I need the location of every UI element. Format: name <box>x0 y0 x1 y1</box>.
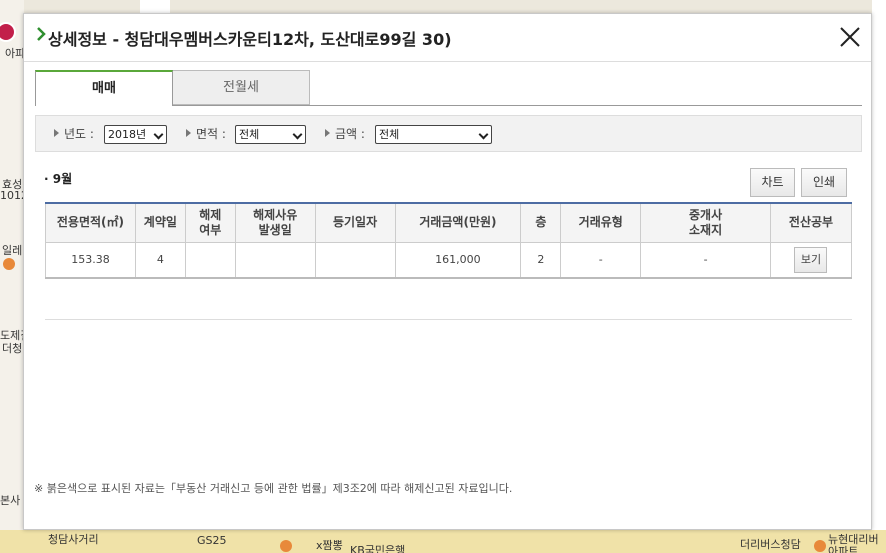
cell-floor: 2 <box>520 241 562 279</box>
print-button[interactable]: 인쇄 <box>801 168 847 197</box>
column-header-text: 층 <box>535 215 547 230</box>
column-header-text: 전용면적(㎡) <box>56 215 125 230</box>
year-select[interactable]: 2018년 <box>104 125 167 144</box>
poi-icon[interactable] <box>3 258 15 270</box>
map-label: 더리버스청담 <box>740 538 801 551</box>
cell-deal-type: - <box>560 241 642 279</box>
year-label-text: 년도 : <box>64 127 94 141</box>
column-header-text: 거래금액(만원) <box>419 215 497 230</box>
table-row: 153.38 4 161,000 2 - - 보기 <box>45 241 853 279</box>
amount-select-value: 전체 <box>379 128 400 141</box>
amount-select[interactable]: 전체 <box>375 125 492 144</box>
column-header: 등기일자 <box>314 202 396 243</box>
cell-cancel-status <box>184 241 236 279</box>
table-header-row: 전용면적(㎡) 계약일 해제 여부 해제사유 발생일 등기일자 거래금액(만원) 층… <box>45 202 853 243</box>
cell-price: 161,000 <box>394 241 522 279</box>
area-select[interactable]: 전체 <box>235 125 306 144</box>
triangle-right-icon <box>54 129 59 137</box>
column-header-text: 거래유형 <box>578 215 623 230</box>
divider <box>45 319 852 320</box>
column-header: 거래금액(만원) <box>394 202 522 243</box>
column-header-text: 해제 여부 <box>199 207 222 237</box>
cell-cancel-date <box>234 241 316 279</box>
cell-registry: 보기 <box>769 241 853 279</box>
amount-filter-label: 금액 : <box>325 125 365 142</box>
dialog-title: 상세정보 - 청담대우멤버스카운티12차, 도산대로99길 30) <box>48 30 452 49</box>
map-label: x짬뽕 <box>316 539 343 552</box>
column-header: 거래유형 <box>560 202 642 243</box>
year-select-value: 2018년 <box>108 128 147 141</box>
map-label: GS25 <box>197 534 227 547</box>
column-header: 전용면적(㎡) <box>45 202 136 243</box>
column-header-text: 계약일 <box>143 215 177 230</box>
chart-button[interactable]: 차트 <box>750 168 795 197</box>
view-registry-button[interactable]: 보기 <box>794 246 828 273</box>
tab-sale[interactable]: 매매 <box>35 70 173 106</box>
map-label: KB국민은행 <box>350 544 406 553</box>
amount-label-text: 금액 : <box>335 127 365 141</box>
cell-contract-day: 4 <box>134 241 186 279</box>
filter-bar: 년도 : 2018년 면적 : 전체 금액 : 전체 <box>35 115 862 152</box>
triangle-right-icon <box>325 129 330 137</box>
map-label: 더청 <box>2 342 23 355</box>
chevron-down-icon <box>478 129 489 140</box>
area-label-text: 면적 : <box>196 127 226 141</box>
dialog-header: 상세정보 - 청담대우멤버스카운티12차, 도산대로99길 30) <box>24 14 871 62</box>
column-header: 전산공부 <box>769 202 853 243</box>
column-header: 해제사유 발생일 <box>234 202 316 243</box>
column-header: 계약일 <box>134 202 186 243</box>
area-filter-label: 면적 : <box>186 125 226 142</box>
chevron-right-icon <box>37 27 46 41</box>
map-road <box>872 0 886 553</box>
column-header-text: 등기일자 <box>332 215 378 230</box>
map-label: 본사 <box>0 494 21 507</box>
column-header-text: 해제사유 발생일 <box>253 207 298 237</box>
tab-rent[interactable]: 전월세 <box>172 70 310 105</box>
triangle-right-icon <box>186 129 191 137</box>
cell-registration-date <box>314 241 396 279</box>
transaction-table: 전용면적(㎡) 계약일 해제 여부 해제사유 발생일 등기일자 거래금액(만원) 층… <box>45 202 853 279</box>
detail-dialog: 상세정보 - 청담대우멤버스카운티12차, 도산대로99길 30) 매매 전월세… <box>23 13 872 530</box>
map-road <box>0 0 24 553</box>
cell-agent-location: - <box>640 241 771 279</box>
year-filter-label: 년도 : <box>54 125 94 142</box>
map-label: 청담사거리 <box>48 533 99 546</box>
poi-icon[interactable] <box>280 540 292 552</box>
column-header: 해제 여부 <box>184 202 236 243</box>
tab-bar: 매매 전월세 <box>35 70 852 106</box>
month-heading: · 9월 <box>44 172 73 186</box>
close-icon[interactable] <box>839 26 861 48</box>
cell-area: 153.38 <box>45 241 136 279</box>
column-header-text: 중개사 소재지 <box>689 207 723 237</box>
column-header: 중개사 소재지 <box>640 202 771 243</box>
column-header: 층 <box>520 202 562 243</box>
column-header-text: 전산공부 <box>788 215 834 230</box>
map-road <box>140 0 170 13</box>
footnote: ※ 붉은색으로 표시된 자료는「부동산 거래신고 등에 관한 법률」제3조2에 … <box>34 482 513 495</box>
chevron-down-icon <box>153 129 164 140</box>
map-label: 아파트 <box>828 545 859 553</box>
chevron-down-icon <box>292 129 303 140</box>
map-label: 일레 <box>2 244 23 257</box>
poi-icon[interactable] <box>814 540 826 552</box>
area-select-value: 전체 <box>239 128 260 141</box>
